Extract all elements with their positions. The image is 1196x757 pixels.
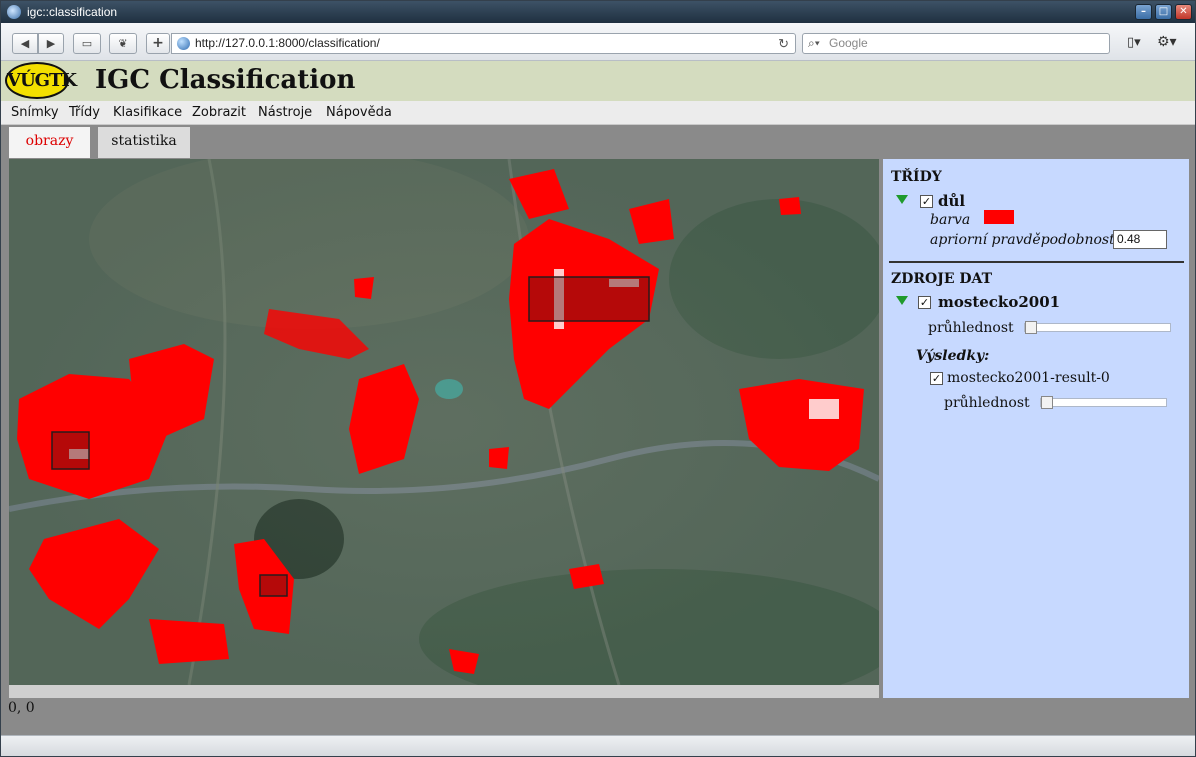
- slider-thumb[interactable]: [1041, 396, 1053, 409]
- prior-input[interactable]: 0.48: [1113, 230, 1167, 249]
- expand-triangle-icon[interactable]: [896, 296, 908, 305]
- mine-region: [779, 197, 801, 215]
- classes-title: TŘÍDY: [891, 169, 942, 185]
- source-name: mostecko2001: [938, 293, 1061, 311]
- close-button[interactable]: ✕: [1175, 4, 1192, 20]
- training-area[interactable]: [528, 276, 650, 322]
- browser-icon: [7, 5, 21, 19]
- class-color-swatch[interactable]: [984, 210, 1014, 224]
- cursor-coordinates: 0, 0: [8, 700, 35, 716]
- tab-obrazy[interactable]: obrazy: [9, 127, 90, 158]
- map-canvas[interactable]: [9, 159, 879, 685]
- back-button[interactable]: ◀: [12, 33, 38, 54]
- prior-label: apriorní pravděpodobnost: [930, 232, 1115, 248]
- map-scroll-strip[interactable]: [9, 685, 879, 698]
- training-area[interactable]: [259, 574, 288, 597]
- url-text[interactable]: http://127.0.0.1:8000/classification/: [195, 34, 380, 53]
- app-title: IGC Classification: [95, 65, 356, 95]
- training-area[interactable]: [51, 431, 90, 470]
- satellite-map[interactable]: [9, 159, 879, 685]
- source-opacity-label: průhlednost: [928, 320, 1014, 336]
- section-divider: [889, 261, 1184, 263]
- menu-item-zobrazit[interactable]: Zobrazit: [192, 105, 246, 120]
- right-edge-strip: [1189, 158, 1195, 735]
- maximize-button[interactable]: □: [1155, 4, 1172, 20]
- menu-item-tridy[interactable]: Třídy: [69, 105, 100, 120]
- source-opacity-slider[interactable]: [1024, 321, 1171, 334]
- window-title: igc::classification: [27, 5, 118, 19]
- bookmarks-button[interactable]: ▭: [73, 33, 101, 54]
- side-panel: TŘÍDY ✓ důl barva apriorní pravděpodobno…: [883, 159, 1189, 698]
- mine-region: [354, 277, 374, 299]
- mine-region: [149, 619, 229, 664]
- color-label: barva: [930, 212, 971, 228]
- slider-thumb[interactable]: [1025, 321, 1037, 334]
- expand-triangle-icon[interactable]: [896, 195, 908, 204]
- vugtk-logo: VÚGTK: [5, 62, 77, 99]
- menu-item-nastroje[interactable]: Nástroje: [258, 105, 312, 120]
- menu-item-klasifikace[interactable]: Klasifikace: [113, 105, 182, 120]
- menu-item-napoveda[interactable]: Nápověda: [326, 105, 392, 120]
- class-name: důl: [938, 192, 966, 210]
- status-bar: 0, 0: [1, 698, 1195, 735]
- browser-status-bar: [1, 735, 1195, 756]
- title-bar: igc::classification – □ ✕: [1, 1, 1195, 23]
- page-menu-icon[interactable]: ▯▾: [1127, 35, 1149, 53]
- gear-icon[interactable]: ⚙▾: [1157, 34, 1181, 52]
- mine-region: [489, 447, 509, 469]
- source-checkbox[interactable]: ✓: [918, 296, 931, 309]
- result-opacity-slider[interactable]: [1040, 396, 1167, 409]
- globe-icon: [177, 37, 190, 50]
- forward-button[interactable]: ▶: [38, 33, 64, 54]
- search-input[interactable]: ⌕▾ Google: [802, 33, 1110, 54]
- new-tab-button[interactable]: +: [146, 33, 170, 54]
- menu-bar: Snímky Třídy Klasifikace Zobrazit Nástro…: [1, 101, 1195, 125]
- result-checkbox[interactable]: ✓: [930, 372, 943, 385]
- class-checkbox[interactable]: ✓: [920, 195, 933, 208]
- minimize-button[interactable]: –: [1135, 4, 1152, 20]
- navigation-toolbar: ◀ ▶ ▭ ❦ + http://127.0.0.1:8000/classifi…: [1, 23, 1195, 61]
- tab-strip: obrazy statistika: [1, 125, 1195, 158]
- tab-statistika[interactable]: statistika: [98, 127, 190, 158]
- sources-title: ZDROJE DAT: [891, 271, 993, 287]
- search-placeholder: Google: [829, 36, 868, 50]
- results-title: Výsledky:: [916, 348, 990, 364]
- search-icon: ⌕▾: [808, 36, 820, 50]
- leaf-button[interactable]: ❦: [109, 33, 137, 54]
- menu-item-snimky[interactable]: Snímky: [11, 105, 59, 120]
- address-bar[interactable]: http://127.0.0.1:8000/classification/ ↻: [171, 33, 796, 54]
- reload-icon[interactable]: ↻: [778, 34, 789, 53]
- result-name: mostecko2001-result-0: [947, 370, 1110, 386]
- speckle: [809, 399, 839, 419]
- browser-window: igc::classification – □ ✕ ◀ ▶ ▭ ❦ + http…: [0, 0, 1196, 757]
- result-opacity-label: průhlednost: [944, 395, 1030, 411]
